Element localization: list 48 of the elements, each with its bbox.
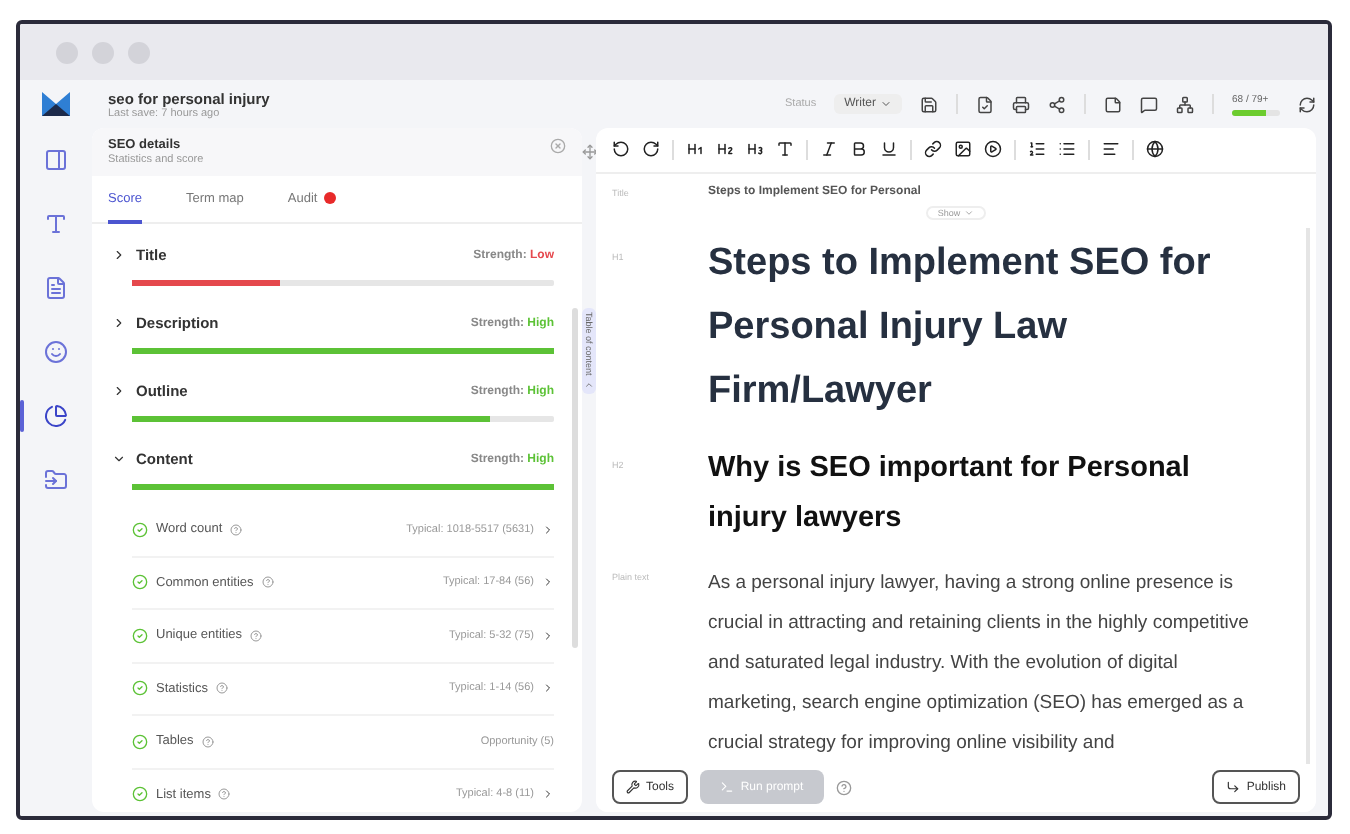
image-icon[interactable] xyxy=(954,140,972,159)
chevron-icon[interactable] xyxy=(112,384,126,398)
document-icon[interactable] xyxy=(976,95,994,113)
text-icon[interactable] xyxy=(776,140,794,159)
italic-icon[interactable] xyxy=(820,140,838,159)
bold-icon[interactable] xyxy=(850,140,868,159)
terminal-icon xyxy=(720,780,735,795)
chevron-icon[interactable] xyxy=(112,452,126,466)
printer-icon[interactable] xyxy=(1012,95,1030,113)
heading-two[interactable]: Why is SEO important for Personal injury lawyers xyxy=(708,443,1248,544)
wrench-icon xyxy=(626,780,640,795)
check-icon xyxy=(132,733,148,750)
share-icon[interactable] xyxy=(1048,95,1066,113)
check-icon xyxy=(132,574,148,591)
logo-icon[interactable] xyxy=(42,92,70,116)
note-icon[interactable] xyxy=(1104,95,1122,113)
check-icon xyxy=(132,786,148,803)
caret-icon xyxy=(964,207,975,218)
heading-icon[interactable] xyxy=(746,140,764,159)
save-icon[interactable] xyxy=(920,95,938,113)
check-icon xyxy=(132,627,148,644)
score-meter xyxy=(1232,109,1280,115)
heading-icon[interactable] xyxy=(716,140,734,159)
link-icon[interactable] xyxy=(924,140,942,159)
return-arrow-icon xyxy=(1226,780,1241,795)
undo-icon[interactable] xyxy=(612,140,630,159)
network-icon[interactable] xyxy=(1176,95,1194,113)
check-icon xyxy=(132,521,148,538)
caret-icon xyxy=(880,98,892,110)
alert-dot-icon xyxy=(323,192,336,204)
chevron-icon[interactable] xyxy=(112,316,126,330)
heading-one[interactable]: Steps to Implement SEO for Personal Injury Law Firm/Lawyer xyxy=(708,231,1248,424)
chevron-icon xyxy=(584,379,594,390)
help-icon[interactable] xyxy=(836,779,853,796)
chevron-icon[interactable] xyxy=(112,248,126,262)
refresh-icon[interactable] xyxy=(1298,95,1316,113)
align-icon[interactable] xyxy=(1102,140,1120,159)
globe-icon[interactable] xyxy=(1146,140,1164,159)
video-icon[interactable] xyxy=(984,140,1002,159)
bullet-list-icon[interactable] xyxy=(1058,140,1076,159)
paragraph[interactable]: As a personal injury lawyer, having a strong online presence is crucial in attracting and retaining clients in the highly competitive and saturated legal industry. With the evolution of digital marketing, search engine optimization (SEO) has emerged as a crucial strategy for improving online visibility and xyxy=(708,563,1252,764)
heading-icon[interactable] xyxy=(686,140,704,159)
check-icon xyxy=(132,680,148,697)
redo-icon[interactable] xyxy=(642,140,660,159)
underline-icon[interactable] xyxy=(880,140,898,159)
drag-handle-icon[interactable] xyxy=(581,144,597,160)
comment-icon[interactable] xyxy=(1140,95,1158,113)
ordered-list-icon[interactable] xyxy=(1028,140,1046,159)
